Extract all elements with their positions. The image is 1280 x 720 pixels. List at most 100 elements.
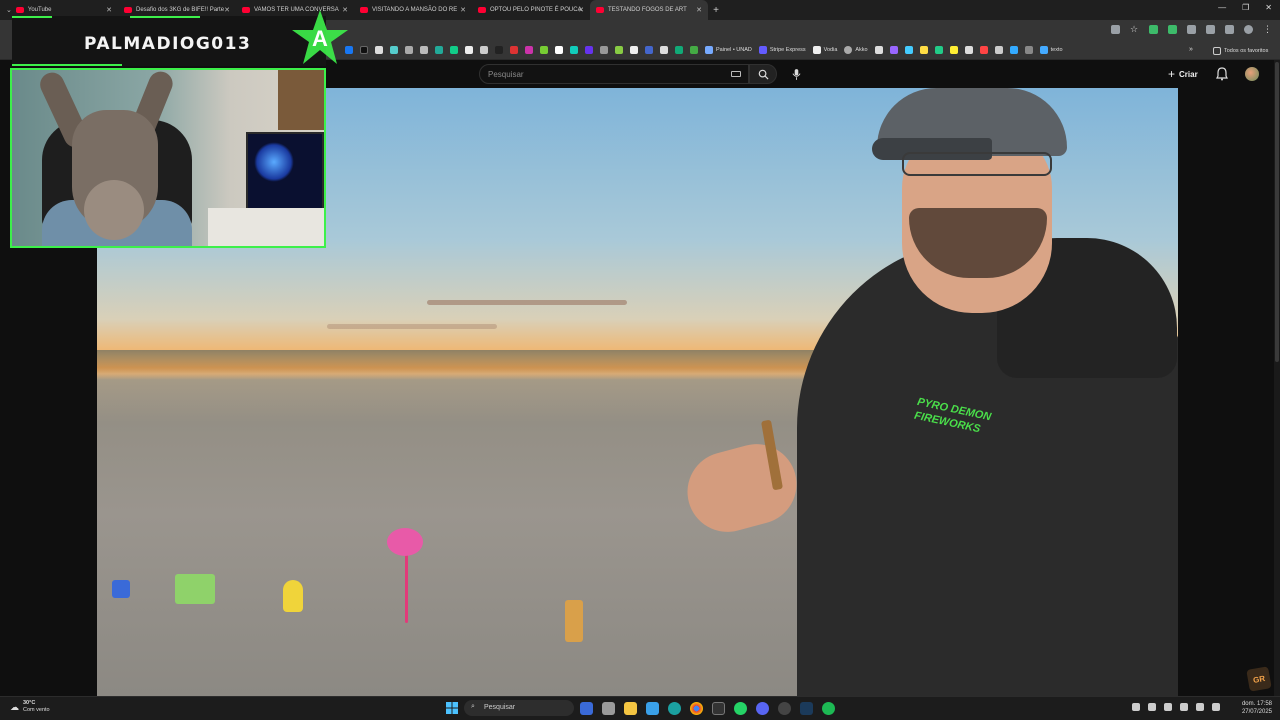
minimize-icon[interactable]: — [1218, 3, 1226, 12]
bookmark-icon[interactable] [525, 46, 533, 54]
bookmark-painel[interactable]: Painel • UNAD [705, 46, 752, 54]
bookmark-icon[interactable] [420, 46, 428, 54]
sidepanel-icon[interactable] [1225, 25, 1234, 34]
maximize-icon[interactable]: ❐ [1242, 3, 1249, 12]
bookmark-icon[interactable] [889, 46, 898, 54]
file-explorer-icon[interactable] [624, 702, 637, 715]
wifi-icon[interactable] [1196, 703, 1204, 711]
taskbar-clock[interactable]: dom. 17:58 27/07/2025 [1242, 700, 1272, 716]
bookmark-icon[interactable] [450, 46, 458, 54]
room-window [278, 70, 324, 130]
bookmark-icon[interactable] [570, 46, 578, 54]
widgets-icon[interactable] [602, 702, 615, 715]
chrome-icon[interactable] [690, 702, 703, 715]
photos-icon[interactable] [646, 702, 659, 715]
bookmark-icon[interactable] [934, 46, 943, 54]
bookmark-vodia[interactable]: Vodia [812, 46, 837, 54]
close-window-icon[interactable]: ✕ [1265, 3, 1272, 12]
bookmark-icon[interactable] [630, 46, 638, 54]
bookmark-icon[interactable] [510, 46, 518, 54]
profile-icon[interactable] [1244, 25, 1253, 34]
new-tab-button[interactable]: + [708, 5, 724, 16]
bookmark-icon[interactable] [375, 46, 383, 54]
spotify-icon[interactable] [822, 702, 835, 715]
bookmark-akko[interactable]: Akko [844, 46, 868, 54]
extension-icon[interactable] [1168, 25, 1177, 34]
bookmark-star-icon[interactable]: ☆ [1130, 25, 1139, 34]
taskview-icon[interactable] [580, 702, 593, 715]
obs-icon[interactable] [778, 702, 791, 715]
pc-fan-glow [254, 142, 294, 182]
bookmark-icon[interactable] [994, 46, 1003, 54]
firework-flower [387, 528, 423, 556]
bookmark-icon[interactable] [919, 46, 928, 54]
extensions-puzzle-icon[interactable] [1206, 25, 1215, 34]
bookmark-icon[interactable] [1009, 46, 1018, 54]
install-icon[interactable] [1111, 25, 1120, 34]
bookmark-icon[interactable] [480, 46, 488, 54]
steam-icon[interactable] [800, 702, 813, 715]
bookmark-icon[interactable] [979, 46, 988, 54]
close-tab-icon[interactable]: ✕ [578, 6, 584, 14]
search-input[interactable]: Pesquisar [479, 64, 749, 84]
firework-toy [283, 580, 303, 612]
channel-logo-icon: A [292, 10, 348, 64]
more-bookmarks-icon[interactable]: » [1189, 46, 1193, 53]
tab-pinote[interactable]: OPTOU PELO PINOTE É POUCA ✕ [472, 0, 590, 20]
bookmark-icon[interactable] [675, 46, 683, 54]
terminal-icon[interactable] [712, 702, 725, 715]
tab-fogos[interactable]: TESTANDO FOGOS DE ART ✕ [590, 0, 708, 20]
create-button[interactable]: + Criar [1168, 66, 1198, 82]
bookmark-icon[interactable] [405, 46, 413, 54]
bookmark-icon[interactable] [660, 46, 668, 54]
audio-icon[interactable] [1187, 25, 1196, 34]
avatar[interactable] [1245, 67, 1259, 81]
folder-icon [1213, 47, 1221, 55]
bookmark-texto[interactable]: texto [1039, 46, 1063, 54]
edge-icon[interactable] [668, 702, 681, 715]
bookmark-icon[interactable] [1024, 46, 1033, 54]
close-tab-icon[interactable]: ✕ [106, 6, 112, 14]
all-bookmarks[interactable]: Todos os favoritos [1213, 47, 1268, 55]
bookmark-icon[interactable] [465, 46, 473, 54]
bookmark-stripe[interactable]: Stripe Express [758, 46, 806, 54]
speaker-icon[interactable] [1164, 703, 1172, 711]
notifications-bell-icon[interactable] [1216, 67, 1228, 81]
tray-chevron-icon[interactable] [1132, 703, 1140, 711]
voice-search-button[interactable] [786, 64, 806, 84]
bookmark-icon[interactable] [435, 46, 443, 54]
usb-icon[interactable] [1148, 703, 1156, 711]
windows-start-icon[interactable] [446, 702, 458, 714]
bookmark-icon[interactable] [690, 46, 698, 54]
volume-icon[interactable] [1212, 703, 1220, 711]
keyboard-icon[interactable] [731, 71, 741, 77]
menu-icon[interactable]: ⋮ [1263, 25, 1272, 34]
microphone-icon[interactable] [1180, 703, 1188, 711]
close-tab-icon[interactable]: ✕ [224, 6, 230, 14]
scrollbar-thumb[interactable] [1275, 62, 1279, 362]
youtube-favicon-icon [478, 7, 486, 13]
bookmark-icon[interactable] [390, 46, 398, 54]
tab-menu-icon[interactable]: ⌄ [6, 6, 12, 14]
bookmark-icon[interactable] [904, 46, 913, 54]
bookmark-icon[interactable] [360, 46, 368, 54]
weather-widget[interactable]: ☁ 30°C Com vento [10, 700, 50, 714]
bookmark-icon[interactable] [585, 46, 593, 54]
tab-mansao[interactable]: VISITANDO A MANSÃO DO RE ✕ [354, 0, 472, 20]
bookmark-icon[interactable] [600, 46, 608, 54]
bookmark-icon[interactable] [949, 46, 958, 54]
bookmark-icon[interactable] [540, 46, 548, 54]
bookmark-icon[interactable] [874, 46, 883, 54]
bookmark-icon[interactable] [964, 46, 973, 54]
bookmark-icon[interactable] [495, 46, 503, 54]
close-tab-icon[interactable]: ✕ [696, 6, 702, 14]
bookmark-icon[interactable] [615, 46, 623, 54]
extension-icon[interactable] [1149, 25, 1158, 34]
whatsapp-icon[interactable] [734, 702, 747, 715]
bookmark-icon[interactable] [555, 46, 563, 54]
search-button[interactable] [749, 64, 777, 84]
discord-icon[interactable] [756, 702, 769, 715]
close-tab-icon[interactable]: ✕ [460, 6, 466, 14]
bookmark-icon[interactable] [645, 46, 653, 54]
taskbar-search[interactable]: ⌕ Pesquisar [464, 700, 574, 716]
